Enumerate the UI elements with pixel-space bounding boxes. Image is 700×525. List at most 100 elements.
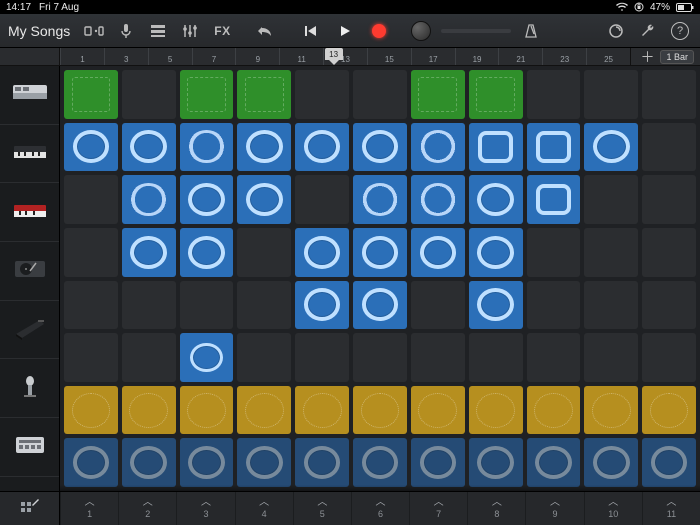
loop-cell[interactable] — [642, 70, 696, 119]
loop-cell[interactable] — [411, 123, 465, 172]
loop-cell[interactable] — [353, 70, 407, 119]
column-trigger[interactable]: ︿9 — [525, 492, 583, 525]
loop-cell[interactable] — [584, 70, 638, 119]
loop-cell[interactable] — [527, 228, 581, 277]
undo-button[interactable] — [251, 18, 279, 44]
loop-cell[interactable] — [237, 333, 291, 382]
loop-cell[interactable] — [353, 438, 407, 487]
loop-cell[interactable] — [64, 123, 118, 172]
track-header-microphone[interactable] — [0, 359, 59, 418]
column-trigger[interactable]: ︿11 — [642, 492, 700, 525]
column-trigger[interactable]: ︿7 — [409, 492, 467, 525]
loop-cell[interactable] — [64, 175, 118, 224]
timeline-ruler[interactable]: 135791113151719212325 13 — [60, 48, 630, 65]
add-section-button[interactable]: ＋ — [640, 47, 654, 67]
column-trigger[interactable]: ︿8 — [467, 492, 525, 525]
loop-cell[interactable] — [642, 175, 696, 224]
track-header-synth[interactable] — [0, 66, 59, 125]
loop-cell[interactable] — [411, 386, 465, 435]
loop-cell[interactable] — [295, 123, 349, 172]
track-header-keys-red[interactable] — [0, 183, 59, 242]
loop-cell[interactable] — [527, 333, 581, 382]
loop-cell[interactable] — [237, 123, 291, 172]
loop-cell[interactable] — [295, 70, 349, 119]
loop-cell[interactable] — [237, 386, 291, 435]
loop-cell[interactable] — [584, 333, 638, 382]
loop-cell[interactable] — [180, 438, 234, 487]
browser-button[interactable] — [80, 18, 108, 44]
loop-cell[interactable] — [642, 333, 696, 382]
loop-cell[interactable] — [411, 70, 465, 119]
loop-cell[interactable] — [237, 175, 291, 224]
play-button[interactable] — [331, 18, 359, 44]
loop-cell[interactable] — [180, 228, 234, 277]
loop-cell[interactable] — [122, 70, 176, 119]
column-trigger[interactable]: ︿10 — [584, 492, 642, 525]
loop-cell[interactable] — [295, 438, 349, 487]
back-to-songs[interactable]: My Songs — [6, 23, 76, 39]
loop-cell[interactable] — [469, 123, 523, 172]
loop-cell[interactable] — [122, 438, 176, 487]
loop-cell[interactable] — [295, 386, 349, 435]
loop-cell[interactable] — [237, 438, 291, 487]
fx-button[interactable]: FX — [208, 18, 236, 44]
loop-browser-button[interactable] — [602, 18, 630, 44]
metronome-button[interactable] — [517, 18, 545, 44]
help-button[interactable]: ? — [666, 18, 694, 44]
loop-cell[interactable] — [469, 438, 523, 487]
loop-cell[interactable] — [527, 386, 581, 435]
loop-cell[interactable] — [584, 228, 638, 277]
loop-cell[interactable] — [295, 333, 349, 382]
loop-cell[interactable] — [527, 123, 581, 172]
loop-cell[interactable] — [64, 228, 118, 277]
track-header-keyboard[interactable] — [0, 125, 59, 184]
cell-editor-button[interactable] — [0, 492, 60, 525]
loop-cell[interactable] — [180, 123, 234, 172]
loop-cell[interactable] — [180, 70, 234, 119]
loop-cell[interactable] — [642, 386, 696, 435]
loop-cell[interactable] — [469, 386, 523, 435]
loop-cell[interactable] — [469, 333, 523, 382]
mixer-button[interactable] — [176, 18, 204, 44]
loop-cell[interactable] — [642, 228, 696, 277]
loop-cell[interactable] — [353, 175, 407, 224]
loop-cell[interactable] — [642, 438, 696, 487]
record-button[interactable] — [365, 18, 393, 44]
loop-cell[interactable] — [411, 281, 465, 330]
loop-cell[interactable] — [180, 386, 234, 435]
loop-cell[interactable] — [122, 333, 176, 382]
loop-cell[interactable] — [469, 175, 523, 224]
loop-cell[interactable] — [122, 175, 176, 224]
loop-cell[interactable] — [353, 386, 407, 435]
loop-cell[interactable] — [353, 228, 407, 277]
loop-cell[interactable] — [353, 123, 407, 172]
column-trigger[interactable]: ︿2 — [118, 492, 176, 525]
loop-cell[interactable] — [411, 438, 465, 487]
section-length-badge[interactable]: 1 Bar — [660, 50, 694, 64]
column-trigger[interactable]: ︿4 — [235, 492, 293, 525]
loop-cell[interactable] — [122, 228, 176, 277]
loop-cell[interactable] — [64, 438, 118, 487]
mic-icon[interactable] — [112, 18, 140, 44]
loop-cell[interactable] — [180, 333, 234, 382]
loop-cell[interactable] — [353, 333, 407, 382]
loop-cell[interactable] — [411, 333, 465, 382]
loop-cell[interactable] — [469, 70, 523, 119]
loop-cell[interactable] — [295, 281, 349, 330]
loop-cell[interactable] — [642, 123, 696, 172]
column-trigger[interactable]: ︿6 — [351, 492, 409, 525]
loop-cell[interactable] — [584, 175, 638, 224]
loop-cell[interactable] — [237, 70, 291, 119]
loop-cell[interactable] — [180, 281, 234, 330]
tracks-view-button[interactable] — [144, 18, 172, 44]
loop-cell[interactable] — [237, 281, 291, 330]
loop-cell[interactable] — [122, 386, 176, 435]
loop-cell[interactable] — [64, 386, 118, 435]
loop-cell[interactable] — [469, 281, 523, 330]
loop-cell[interactable] — [122, 281, 176, 330]
loop-cell[interactable] — [237, 228, 291, 277]
loop-cell[interactable] — [64, 281, 118, 330]
loop-cell[interactable] — [642, 281, 696, 330]
loop-cell[interactable] — [527, 70, 581, 119]
track-header-piano[interactable] — [0, 301, 59, 360]
